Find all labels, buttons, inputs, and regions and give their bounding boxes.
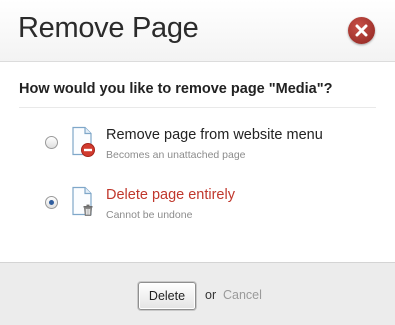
divider — [19, 107, 376, 108]
radio-remove-from-menu[interactable] — [45, 136, 58, 149]
option-title: Remove page from website menu — [106, 127, 323, 143]
dialog-footer: Delete or Cancel — [0, 262, 395, 325]
or-separator: or — [205, 288, 217, 302]
delete-button[interactable]: Delete — [138, 282, 196, 310]
cancel-link[interactable]: Cancel — [223, 288, 262, 302]
dialog-title: Remove Page — [18, 12, 199, 44]
close-button[interactable] — [348, 17, 375, 44]
page-trash-icon — [72, 186, 93, 216]
page-remove-icon — [72, 126, 95, 157]
dialog-header: Remove Page — [0, 0, 395, 62]
remove-question: How would you like to remove page "Media… — [19, 81, 333, 97]
option-subtitle: Cannot be undone — [106, 209, 193, 221]
close-icon — [355, 24, 368, 37]
radio-delete-entirely[interactable] — [45, 196, 58, 209]
option-subtitle: Becomes an unattached page — [106, 149, 246, 161]
option-remove-from-menu[interactable]: Remove page from website menu Becomes an… — [0, 124, 395, 174]
option-delete-entirely[interactable]: Delete page entirely Cannot be undone — [0, 184, 395, 234]
option-title: Delete page entirely — [106, 187, 235, 203]
remove-page-dialog: Remove Page How would you like to remove… — [0, 0, 395, 325]
